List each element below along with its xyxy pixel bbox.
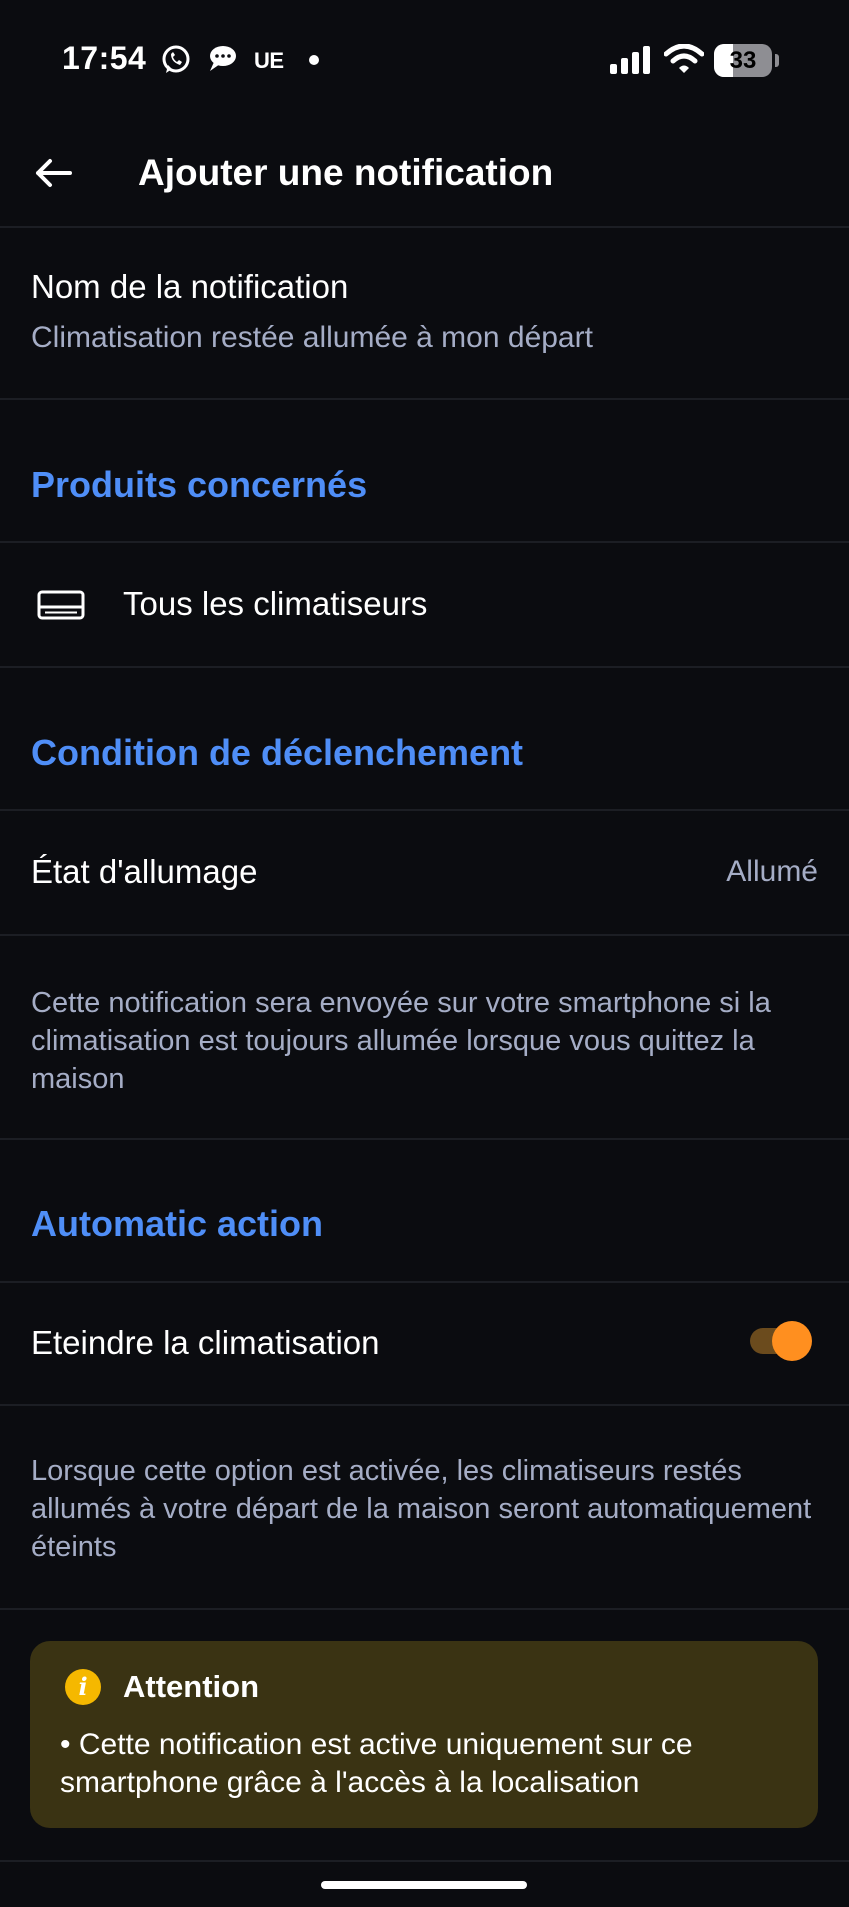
auto-off-row: Eteindre la climatisation (0, 1283, 849, 1406)
battery-tip (775, 54, 779, 67)
home-indicator[interactable] (321, 1881, 527, 1889)
notification-name-value: Climatisation restée allumée à mon dépar… (31, 321, 593, 354)
back-button[interactable] (30, 150, 76, 196)
battery-icon: 33 (714, 44, 772, 77)
trigger-section-title: Condition de déclenchement (31, 732, 524, 773)
products-item-row[interactable]: Tous les climatiseurs (0, 543, 849, 668)
action-description-row: Lorsque cette option est activée, les cl… (0, 1406, 849, 1610)
notification-name-label: Nom de la notification (31, 268, 349, 305)
notification-dot (309, 55, 319, 65)
action-section-header: Automatic action (0, 1140, 849, 1283)
auto-off-label: Eteindre la climatisation (31, 1324, 380, 1361)
wifi-icon (664, 44, 704, 74)
trigger-section-header: Condition de déclenchement (0, 668, 849, 811)
air-conditioner-icon (37, 590, 85, 625)
action-section-title: Automatic action (31, 1203, 324, 1244)
action-description: Lorsque cette option est activée, les cl… (31, 1455, 812, 1563)
arrow-left-icon (36, 159, 72, 187)
page-title: Ajouter une notification (138, 152, 554, 193)
power-state-value: Allumé (726, 855, 818, 888)
products-section-header: Produits concernés (0, 400, 849, 543)
carrier-badge: UE (254, 48, 284, 73)
header: Ajouter une notification (0, 120, 849, 228)
products-item-label: Tous les climatiseurs (123, 585, 428, 622)
attention-text: • Cette notification est active uniqueme… (60, 1728, 693, 1799)
trigger-description: Cette notification sera envoyée sur votr… (31, 987, 771, 1095)
whatsapp-icon (160, 44, 192, 76)
notification-name-row[interactable]: Nom de la notification Climatisation res… (0, 228, 849, 400)
toggle-knob (772, 1321, 812, 1361)
products-section-title: Produits concernés (31, 464, 368, 505)
status-time: 17:54 (62, 40, 147, 76)
attention-card: i Attention • Cette notification est act… (30, 1641, 818, 1828)
signal-icon (610, 46, 652, 74)
trigger-description-row: Cette notification sera envoyée sur votr… (0, 936, 849, 1140)
auto-off-toggle[interactable] (750, 1321, 812, 1361)
power-state-row[interactable]: État d'allumage Allumé (0, 811, 849, 936)
status-bar: 17:54 UE 33 (0, 0, 849, 120)
attention-title: Attention (123, 1669, 260, 1704)
battery-level: 33 (729, 47, 757, 74)
chat-bubble-icon (206, 44, 238, 74)
power-state-label: État d'allumage (31, 853, 258, 890)
info-icon: i (65, 1669, 101, 1705)
bottom-divider (0, 1860, 849, 1862)
